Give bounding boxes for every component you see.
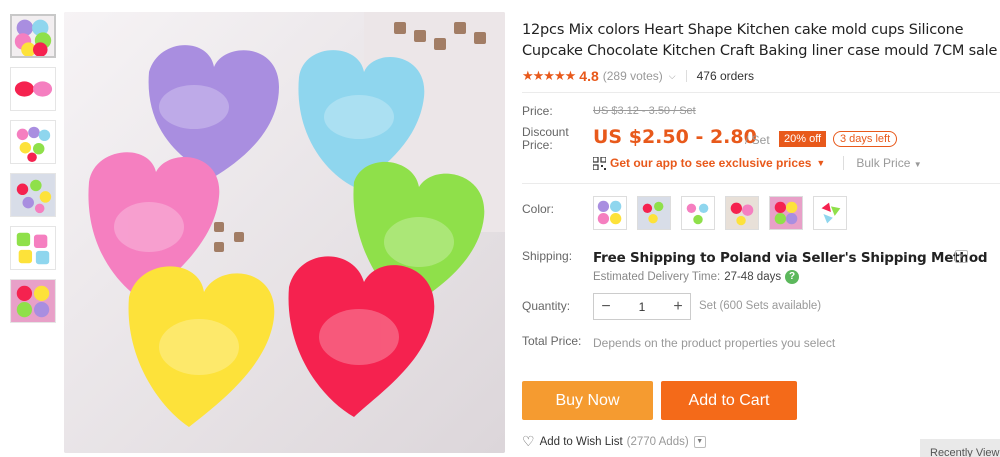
wishlist-row: ♡ Add to Wish List (2770 Adds) ▼ (522, 433, 706, 450)
divider (685, 70, 687, 82)
help-icon[interactable]: ? (785, 270, 800, 284)
increase-quantity-button[interactable]: + (666, 298, 690, 316)
thumbnail-6[interactable] (10, 279, 56, 323)
product-title: 12pcs Mix colors Heart Shape Kitchen cak… (522, 22, 998, 59)
eta-label: Estimated Delivery Time: (593, 271, 721, 283)
days-left-badge: 3 days left (833, 131, 898, 147)
decrease-quantity-button[interactable]: − (594, 298, 618, 316)
recently-viewed-tab[interactable]: Recently Viewed (920, 439, 1000, 457)
caret-down-icon[interactable]: ▼ (816, 158, 825, 168)
product-info: 12pcs Mix colors Heart Shape Kitchen cak… (522, 20, 1000, 84)
quantity-stepper: − 1 + (593, 293, 691, 320)
price-unit: / Set (745, 133, 770, 147)
color-option-4[interactable] (725, 196, 759, 230)
discount-price-label: Discount Price: (522, 125, 569, 152)
thumbnail-5[interactable] (10, 226, 56, 270)
color-option-6[interactable] (813, 196, 847, 230)
thumbnail-2[interactable] (10, 67, 56, 111)
total-price-label: Total Price: (522, 334, 582, 348)
chevron-down-icon[interactable]: ⌵ (669, 71, 676, 82)
price-label: Price: (522, 104, 553, 118)
color-option-5[interactable] (769, 196, 803, 230)
divider (522, 183, 1000, 184)
delivery-estimate: Estimated Delivery Time: 27-48 days ? (593, 270, 800, 284)
quantity-input[interactable]: 1 (618, 300, 666, 314)
quantity-label: Quantity: (522, 299, 571, 313)
original-price: US $3.12 - 3.50 / Set (593, 105, 696, 117)
thumbnail-4[interactable] (10, 173, 56, 217)
main-product-image[interactable] (64, 12, 505, 453)
caret-down-icon: ▼ (913, 160, 922, 169)
total-price-note: Depends on the product properties you se… (593, 336, 836, 350)
shipping-method: Free Shipping to Poland via Seller's Shi… (593, 250, 988, 266)
qr-code-icon (593, 156, 606, 170)
buy-now-button[interactable]: Buy Now (522, 381, 653, 420)
bulk-price-label: Bulk Price (856, 156, 911, 170)
current-price: US $2.50 - 2.80 (593, 126, 757, 148)
availability-text: Set (600 Sets available) (699, 300, 822, 312)
bulk-price-dropdown[interactable]: Bulk Price ▼ (843, 156, 922, 170)
chevron-down-icon[interactable]: ▼ (693, 435, 706, 448)
rating-row: ★★★★★ 4.8 (289 votes) ⌵ 476 orders (522, 68, 1000, 84)
thumbnail-strip (10, 14, 58, 332)
thumbnail-3[interactable] (10, 120, 56, 164)
color-option-2[interactable] (637, 196, 671, 230)
eta-days: 27-48 days (724, 271, 782, 283)
color-option-3[interactable] (681, 196, 715, 230)
rating-value: 4.8 (579, 68, 599, 84)
color-option-1[interactable] (593, 196, 627, 230)
add-to-wishlist-link[interactable]: Add to Wish List (540, 436, 623, 448)
discount-badge: 20% off (779, 131, 827, 147)
add-to-cart-button[interactable]: Add to Cart (661, 381, 797, 420)
divider (522, 92, 1000, 93)
app-promo-row: Get our app to see exclusive prices ▼ Bu… (593, 156, 922, 170)
shipping-label: Shipping: (522, 249, 573, 263)
app-promo-link[interactable]: Get our app to see exclusive prices (610, 156, 811, 170)
orders-count: 476 orders (696, 69, 754, 83)
rating-stars: ★★★★★ (522, 68, 576, 83)
heart-icon[interactable]: ♡ (522, 433, 535, 450)
shipping-dropdown-icon[interactable]: ▼ (955, 250, 968, 263)
color-swatches (593, 196, 847, 230)
wishlist-count: (2770 Adds) (626, 435, 689, 448)
thumbnail-1[interactable] (10, 14, 56, 58)
color-label: Color: (522, 202, 555, 216)
votes-count[interactable]: (289 votes) (603, 69, 663, 83)
